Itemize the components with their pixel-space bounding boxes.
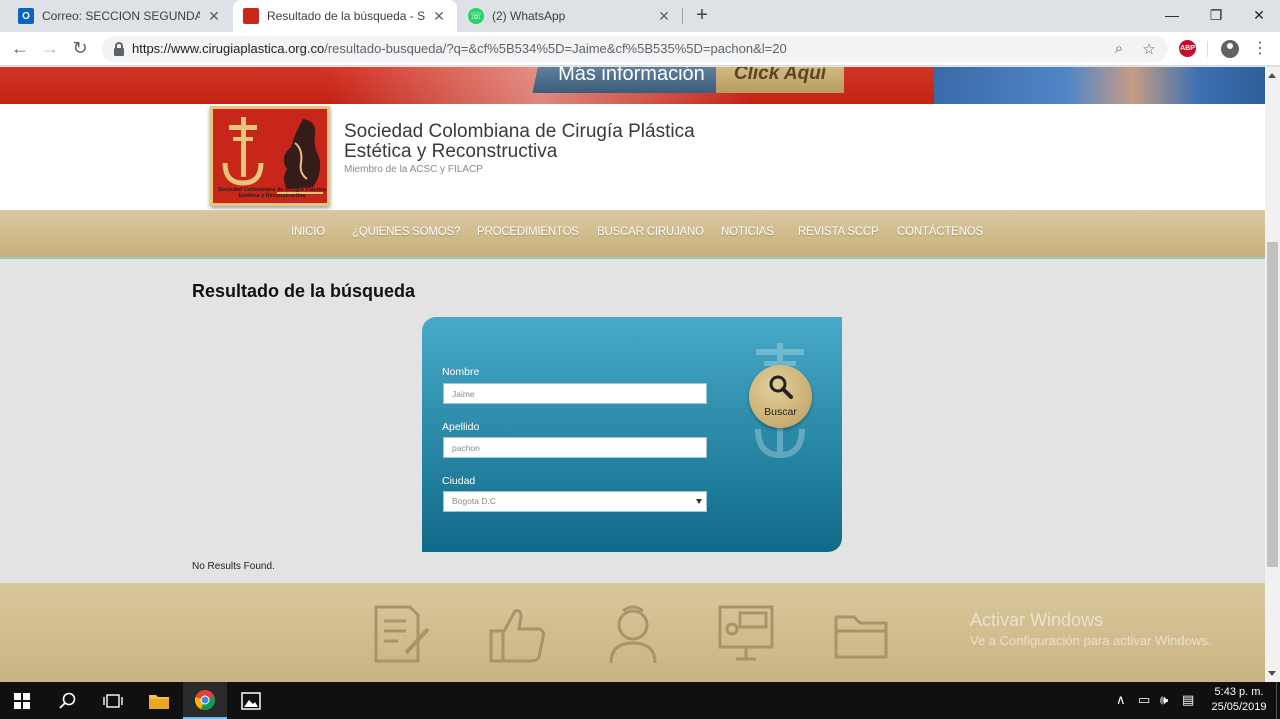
close-tab-icon[interactable]: ✕ [656,8,672,25]
scroll-thumb[interactable] [1267,242,1278,567]
toolbar-separator [1207,41,1208,57]
logo-caption: Sociedad Colombiana de Cirugía Plástica … [217,187,327,199]
file-explorer-button[interactable] [137,682,181,719]
task-view-icon [103,693,123,708]
thumbs-up-icon[interactable] [487,603,547,665]
minimize-button[interactable]: — [1150,0,1194,32]
search-icon [769,375,793,399]
browser-toolbar: ← → ↻ https://www.cirugiaplastica.org.co… [0,32,1280,66]
photos-icon [241,691,261,710]
computer-chat-icon[interactable] [716,603,776,665]
scroll-down-icon[interactable] [1268,671,1276,676]
nombre-input[interactable] [443,383,707,404]
chevron-down-icon [696,499,702,504]
nombre-label: Nombre [442,366,480,378]
address-bar[interactable]: https://www.cirugiaplastica.org.co/resul… [102,36,1168,62]
windows-taskbar: ∧ ▭ 🕪 ▤ 5:43 p. m. 25/05/2019 [0,682,1280,719]
start-button[interactable] [0,682,44,719]
user-icon[interactable] [603,603,663,665]
site-footer: Activar Windows Ve a Configuración para … [0,583,1265,682]
whatsapp-icon: ☏ [468,8,484,24]
activate-windows-title: Activar Windows [970,610,1104,630]
tab-title: (2) WhatsApp [492,9,566,23]
ciudad-select[interactable]: Bogota D.C [443,491,707,512]
ciudad-label: Ciudad [442,475,476,487]
nav-item-inicio[interactable]: INICIO [291,226,325,238]
surgeon-search-form: Nombre Apellido Ciudad Bogota D.C Buscar [422,317,842,552]
url-text[interactable]: https://www.cirugiaplastica.org.co/resul… [132,41,787,56]
browser-menu-icon[interactable]: ⋮ [1252,38,1268,60]
zoom-icon[interactable]: ⌕ [1110,40,1128,57]
scroll-up-icon[interactable] [1268,73,1276,78]
document-edit-icon[interactable] [370,603,430,665]
show-hidden-icons-icon[interactable]: ∧ [1116,692,1126,708]
apellido-input[interactable] [443,437,707,458]
show-desktop-button[interactable] [1276,682,1280,719]
tab-title: Correo: SECCION SEGUNDA BATA [42,9,200,23]
folder-icon [149,694,169,709]
tab-separator [682,8,683,24]
windows-logo-icon [14,692,30,709]
tab-resultado-busqueda[interactable]: Resultado de la búsqueda - Soci ✕ [233,0,457,32]
top-banner: Más información Click Aquí [0,67,1265,104]
bookmark-star-icon[interactable]: ☆ [1140,40,1158,58]
search-icon [59,692,76,709]
chrome-taskbar-button[interactable] [183,682,227,719]
site-header: Sociedad Colombiana de Cirugía Plástica … [0,104,1265,210]
lock-icon [114,42,124,56]
page-scrollbar[interactable] [1265,67,1280,682]
chrome-icon [194,689,215,710]
volume-icon[interactable]: 🕪 [1160,692,1168,708]
organization-name: Sociedad Colombiana de Cirugía Plástica … [344,121,695,162]
network-icon[interactable]: ▭ [1138,692,1150,708]
sculpture-icon [277,119,323,194]
cross-anchor-icon [222,117,264,186]
nav-item-contactenos[interactable]: CONTÁCTENOS [897,226,983,238]
adblock-plus-icon[interactable]: ABP [1179,40,1196,57]
nav-item-buscar-cirujano[interactable]: BUSCAR CIRUJANO [597,226,704,238]
close-tab-icon[interactable]: ✕ [431,8,447,25]
nav-item-revista-sccp[interactable]: REVISTA SCCP [798,226,879,238]
restore-button[interactable]: ❐ [1194,0,1238,32]
browser-tab-bar: O Correo: SECCION SEGUNDA BATA ✕ Resulta… [0,0,1280,32]
banner-photo [934,67,1265,104]
buscar-button[interactable]: Buscar [749,365,812,428]
organization-subtitle: Miembro de la ACSC y FILACP [344,164,483,175]
tab-outlook[interactable]: O Correo: SECCION SEGUNDA BATA ✕ [8,0,232,32]
photos-taskbar-button[interactable] [229,682,273,719]
page-viewport: Más información Click Aquí Sociedad Colo… [0,67,1265,682]
system-clock[interactable]: 5:43 p. m. 25/05/2019 [1204,685,1274,715]
click-here-banner-button[interactable]: Click Aquí [716,67,844,93]
apellido-label: Apellido [442,421,480,433]
back-button[interactable]: ← [8,37,32,61]
nav-item-procedimientos[interactable]: PROCEDIMIENTOS [477,226,579,238]
outlook-icon: O [18,8,34,24]
forward-button[interactable]: → [38,37,62,61]
nav-item-noticias[interactable]: NOTICIAS [721,226,774,238]
more-info-banner-button[interactable]: Más información [532,67,730,93]
tab-title: Resultado de la búsqueda - Soci [267,9,425,23]
task-view-button[interactable] [91,682,135,719]
new-tab-button[interactable]: + [690,4,714,28]
reload-button[interactable]: ↻ [68,37,92,61]
tab-whatsapp[interactable]: ☏ (2) WhatsApp ✕ [458,0,682,32]
main-navigation: INICIO ¿QUIENES SOMOS? PROCEDIMIENTOS BU… [0,210,1265,259]
close-window-button[interactable]: ✕ [1237,0,1280,32]
activate-windows-subtitle: Ve a Configuración para activar Windows. [970,633,1212,648]
keyboard-language-icon[interactable]: ▤ [1182,692,1194,708]
close-tab-icon[interactable]: ✕ [206,8,222,25]
folder-icon[interactable] [832,603,892,665]
nav-item-quienes-somos[interactable]: ¿QUIENES SOMOS? [352,226,460,238]
search-taskbar-button[interactable] [46,682,90,719]
no-results-message: No Results Found. [192,561,275,572]
page-title: Resultado de la búsqueda [192,281,416,301]
site-favicon-icon [243,8,259,24]
profile-avatar-icon[interactable] [1221,40,1239,58]
